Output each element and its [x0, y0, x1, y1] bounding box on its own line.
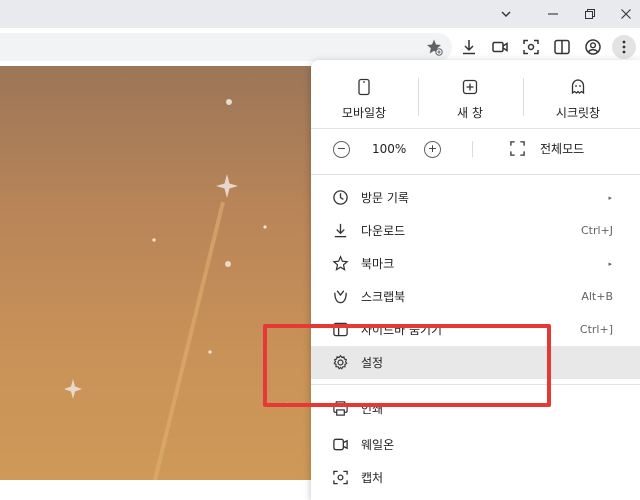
menu-item-label: 캡처: [361, 471, 384, 485]
menu-item-label: 웨일온: [361, 438, 395, 452]
divider: [418, 78, 419, 116]
history-icon: [331, 189, 349, 207]
divider: [311, 174, 640, 175]
title-bar: [0, 0, 640, 28]
mobile-window-label: 모바일창: [341, 106, 387, 120]
incognito-window-label: 시크릿창: [555, 106, 601, 120]
whaleon-icon: [331, 436, 349, 454]
divider: [523, 78, 524, 116]
screenshot-icon[interactable]: [519, 35, 543, 59]
restore-icon[interactable]: [570, 0, 610, 28]
menu-item-label: 설정: [361, 356, 384, 370]
chevron-down-icon[interactable]: [486, 0, 526, 28]
gear-icon: [331, 354, 349, 372]
menu-item-downloads[interactable]: 다운로드 Ctrl+J: [311, 214, 640, 247]
new-window-button[interactable]: 새 창: [441, 72, 499, 124]
divider: [472, 141, 473, 157]
fullscreen-label: 전체모드: [540, 141, 585, 156]
divider: [311, 384, 640, 385]
divider: [311, 128, 640, 129]
menu-item-label: 방문 기록: [361, 191, 409, 205]
submenu-arrow-icon: ▸: [608, 259, 612, 268]
mobile-window-button[interactable]: 모바일창: [333, 72, 395, 124]
fullscreen-icon: [510, 140, 525, 156]
download-icon[interactable]: [457, 35, 481, 59]
menu-item-shortcut: Ctrl+J: [580, 224, 613, 237]
menu-item-label: 다운로드: [361, 224, 406, 238]
video-icon[interactable]: [488, 35, 512, 59]
new-window-label: 새 창: [457, 106, 483, 120]
browser-main-menu: 모바일창 새 창 시크릿창 − 100% + 전체모드 방문 기록 ▸ 다운로드…: [311, 60, 640, 500]
menu-item-hide-sidebar[interactable]: 사이드바 숨기기 Ctrl+]: [311, 313, 640, 346]
download-icon: [331, 222, 349, 240]
profile-icon[interactable]: [581, 35, 605, 59]
zoom-row: − 100% + 전체모드: [311, 132, 640, 166]
ghost-icon: [571, 79, 585, 95]
menu-item-label: 사이드바 숨기기: [361, 323, 443, 337]
mobile-icon: [358, 78, 370, 96]
menu-item-history[interactable]: 방문 기록 ▸: [311, 181, 640, 214]
scrapbook-icon: [331, 288, 349, 306]
address-bar[interactable]: [0, 33, 452, 61]
menu-item-label: 스크랩북: [361, 290, 406, 304]
menu-item-shortcut: Alt+B: [581, 290, 613, 303]
menu-item-capture[interactable]: 캡처: [311, 461, 640, 494]
more-menu-icon[interactable]: [612, 35, 636, 59]
minimize-icon[interactable]: [533, 0, 573, 28]
menu-item-print[interactable]: 인쇄: [311, 392, 640, 425]
capture-icon: [331, 469, 349, 487]
menu-item-label: 북마크: [361, 257, 395, 271]
submenu-arrow-icon: ▸: [608, 193, 612, 202]
print-icon: [331, 400, 349, 418]
new-window-icon: [462, 79, 478, 95]
menu-item-label: 인쇄: [361, 402, 384, 416]
menu-item-whaleon[interactable]: 웨일온: [311, 428, 640, 461]
zoom-out-button[interactable]: −: [333, 141, 350, 158]
incognito-window-button[interactable]: 시크릿창: [546, 72, 610, 124]
star-icon: [331, 255, 349, 273]
zoom-level: 100%: [372, 142, 407, 156]
sidebar-icon[interactable]: [550, 35, 574, 59]
menu-item-scrapbook[interactable]: 스크랩북 Alt+B: [311, 280, 640, 313]
zoom-in-button[interactable]: +: [424, 141, 441, 158]
bookmark-star-icon[interactable]: [422, 35, 446, 59]
close-icon[interactable]: [606, 0, 640, 28]
fullscreen-button[interactable]: 전체모드: [509, 136, 584, 160]
menu-item-settings[interactable]: 설정: [311, 346, 640, 379]
menu-item-shortcut: Ctrl+]: [579, 323, 613, 336]
sidebar-icon: [331, 321, 349, 339]
menu-item-bookmarks[interactable]: 북마크 ▸: [311, 247, 640, 280]
